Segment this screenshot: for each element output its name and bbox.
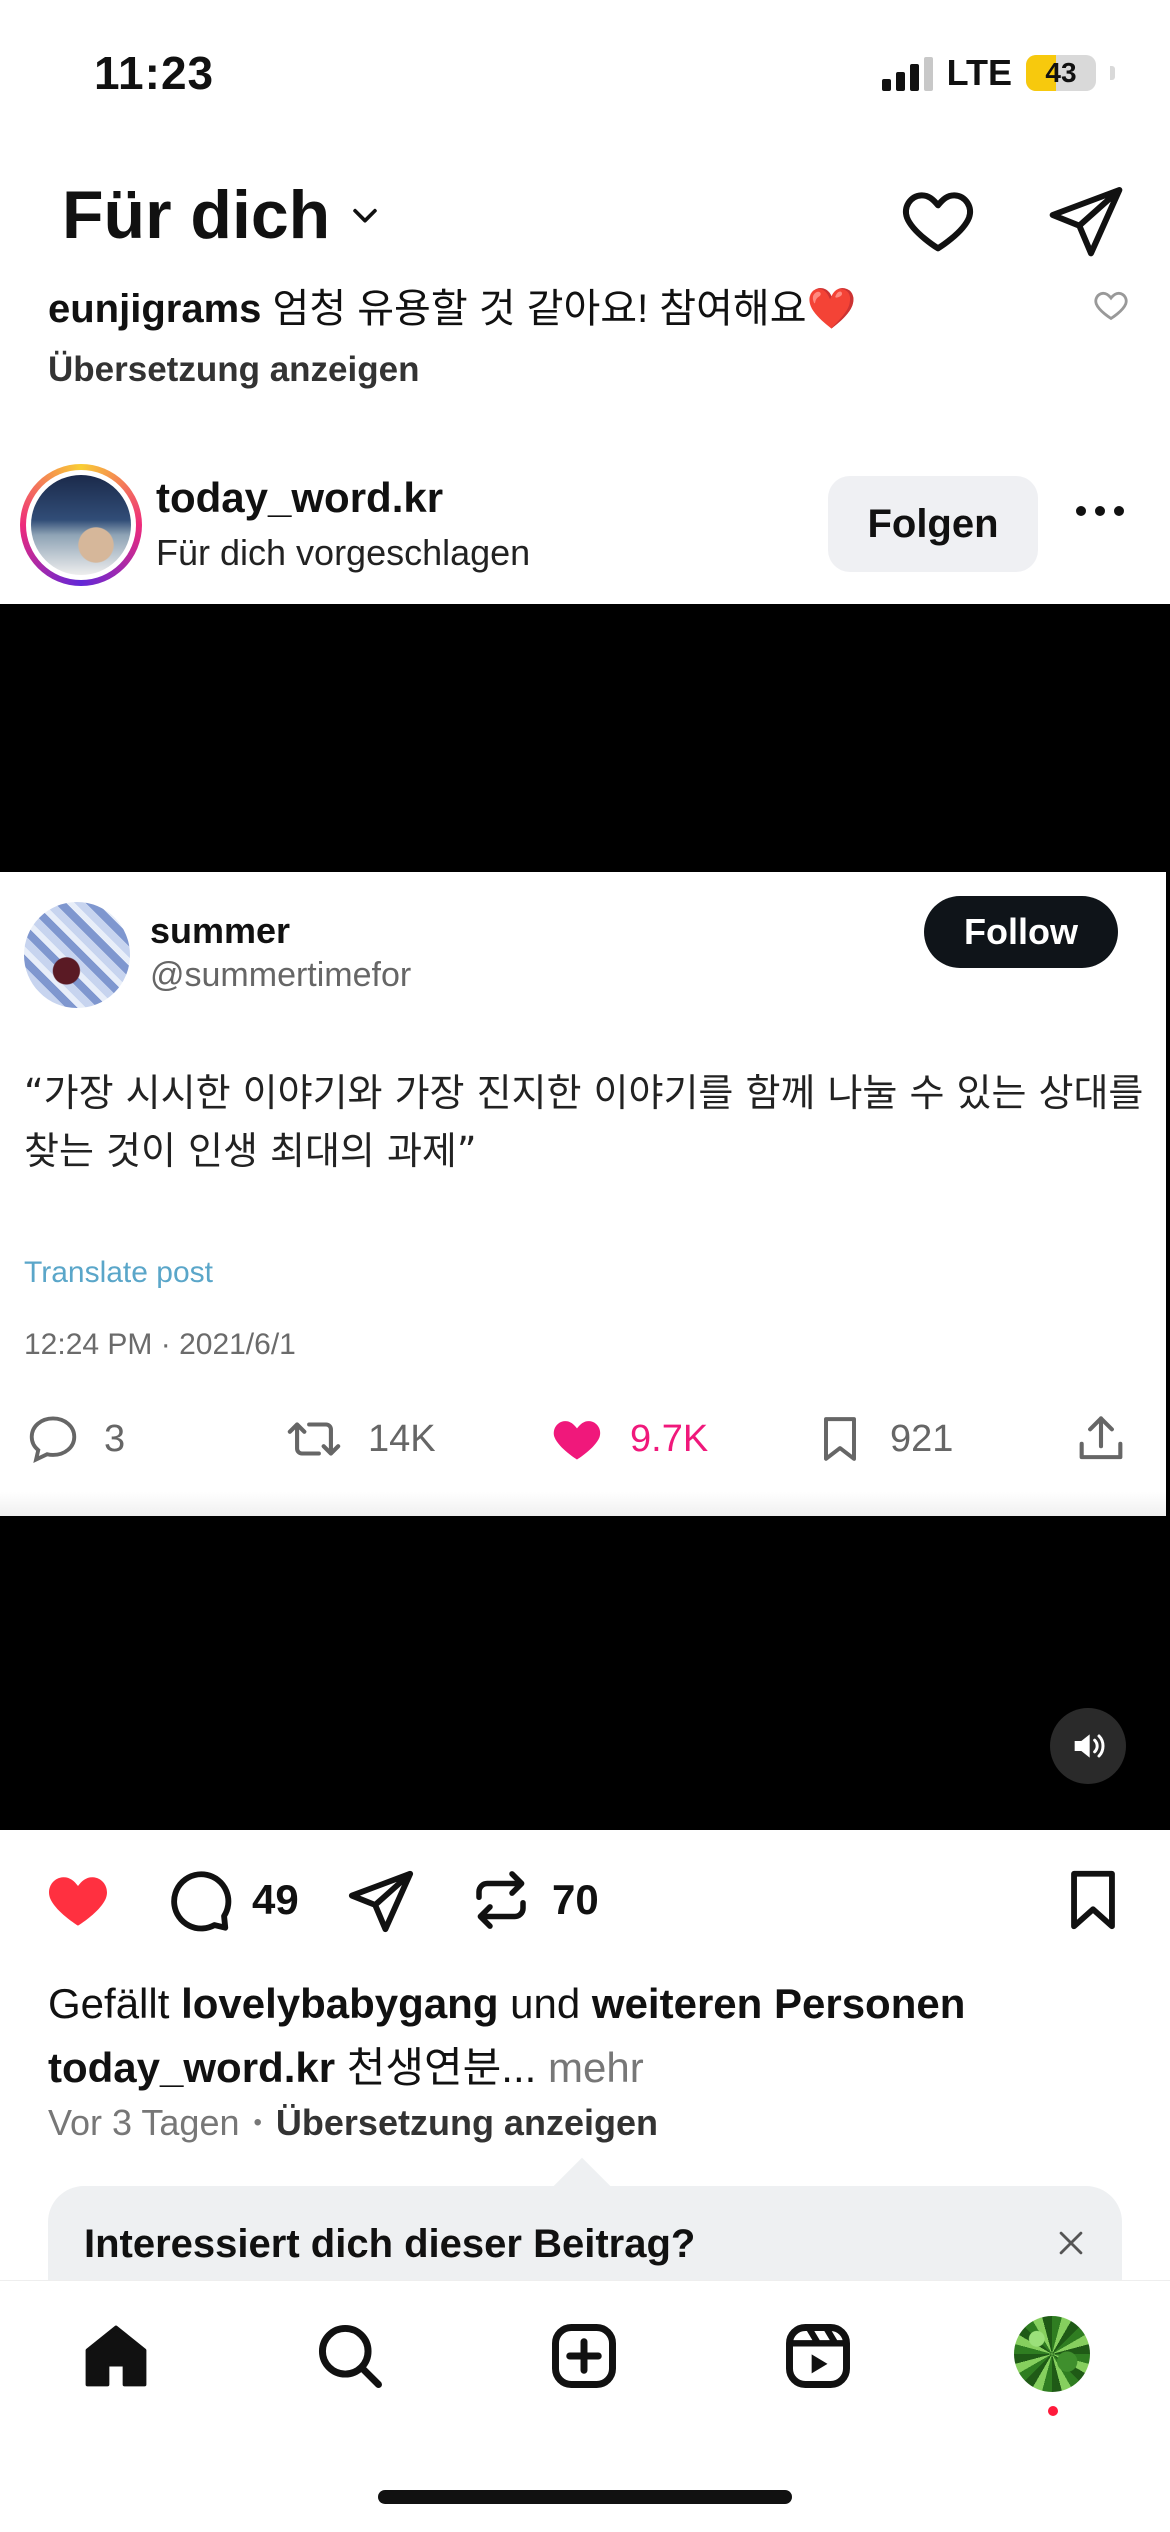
likes-summary[interactable]: Gefällt lovelybabygang und weiteren Pers… [48,1980,965,2028]
network-type: LTE [946,52,1012,93]
translate-comment-link[interactable]: Übersetzung anzeigen [48,350,419,390]
reels-icon [786,2324,850,2388]
likes-others[interactable]: weiteren Personen [592,1980,965,2027]
post-author-avatar[interactable] [20,464,142,586]
previous-comment: eunjigrams 엄청 유용할 것 같아요! 참여해요❤️ [48,276,856,334]
save-button[interactable] [1058,1862,1128,1938]
tweet-text: “가장 시시한 이야기와 가장 진지한 이야기를 함께 나눌 수 있는 상대를 … [24,1071,1144,1173]
comment-like-icon[interactable] [1092,286,1130,324]
repost-button[interactable]: 70 [468,1862,599,1938]
home-indicator[interactable] [378,2490,792,2504]
battery-cap [1110,66,1115,80]
tab-search[interactable] [310,2316,390,2396]
tweet-bookmarks: 921 [812,1410,953,1468]
interest-prompt-text: Interessiert dich dieser Beitrag? [84,2222,696,2266]
feed-title: Für dich [62,177,331,253]
meta-separator: • [253,2109,262,2136]
likes-prefix: Gefällt [48,1980,170,2027]
tweet-author-name: summer [150,910,291,951]
tab-reels[interactable] [778,2316,858,2396]
home-icon [85,2325,147,2387]
reply-icon [29,1416,77,1464]
status-time: 11:23 [94,47,215,99]
suggested-label: Für dich vorgeschlagen [156,532,531,573]
close-icon[interactable] [1054,2226,1088,2260]
tweet-translate-link: Translate post [24,1256,213,1289]
comment-text: 엄청 유용할 것 같아요! 참여해요❤️ [272,287,857,331]
tweet-author-handle: @summertimefor [150,956,412,994]
tweet-avatar [24,902,130,1008]
like-count: 9.7K [630,1417,709,1460]
comment-icon [171,1871,232,1932]
tweet-heart-icon [553,1421,601,1460]
notifications-heart-icon[interactable] [898,180,978,260]
search-icon [318,2324,382,2388]
mute-toggle[interactable] [1050,1708,1126,1784]
tab-profile-avatar[interactable] [1014,2316,1090,2392]
battery-percent: 43 [1045,57,1077,88]
bookmark-count: 921 [890,1417,954,1460]
caption-username[interactable]: today_word.kr [48,2044,335,2091]
reply-count: 3 [104,1417,126,1460]
chevron-down-icon [353,208,377,223]
post-age: Vor 3 Tagen [48,2102,240,2143]
tab-create[interactable] [544,2316,624,2396]
repost-icon [476,1871,526,1929]
save-bookmark-icon [1071,1870,1115,1930]
tweet-follow-button: Follow [924,896,1118,968]
repost-count: 70 [552,1876,599,1923]
feed-selector[interactable]: Für dich [62,176,382,254]
tweet-fade [0,1492,1166,1516]
comment-count: 49 [252,1876,299,1923]
tweet-replies: 3 [24,1410,125,1468]
create-icon [552,2324,616,2388]
direct-message-icon[interactable] [1046,180,1126,260]
profile-notification-dot [1048,2406,1058,2416]
comment-username[interactable]: eunjigrams [48,287,261,331]
retweet-icon [287,1422,341,1456]
translate-post-link[interactable]: Übersetzung anzeigen [276,2102,658,2144]
tweet-likes: 9.7K [546,1410,708,1468]
comment-button[interactable]: 49 [164,1862,299,1938]
battery-icon: 43 [1026,55,1096,91]
bookmark-icon [824,1417,856,1461]
post-caption[interactable]: today_word.kr 천생연분... mehr [48,2034,644,2095]
speaker-icon [1074,1734,1105,1758]
post-meta: Vor 3 Tagen • Übersetzung anzeigen [48,2102,658,2144]
more-options-icon[interactable] [1076,506,1124,516]
likes-user[interactable]: lovelybabygang [181,1980,498,2027]
share-icon [1079,1416,1123,1460]
share-button[interactable] [346,1862,416,1938]
follow-button[interactable]: Folgen [828,476,1038,572]
heart-filled-icon [49,1877,107,1926]
avatar-image [31,475,131,575]
tab-home[interactable] [76,2316,156,2396]
retweet-count: 14K [368,1417,436,1460]
like-button[interactable] [40,1862,116,1938]
likes-middle: und [510,1980,581,2027]
tweet-timestamp: 12:24 PM · 2021/6/1 [24,1328,296,1361]
cellular-signal-icon [881,55,933,91]
status-indicators: LTE 43 [881,52,1115,94]
send-icon [348,1870,414,1933]
caption-more-link[interactable]: mehr [548,2044,644,2091]
post-username[interactable]: today_word.kr [156,474,443,522]
tweet-retweets: 14K [282,1410,436,1468]
caption-text: 천생연분... [346,2044,537,2091]
